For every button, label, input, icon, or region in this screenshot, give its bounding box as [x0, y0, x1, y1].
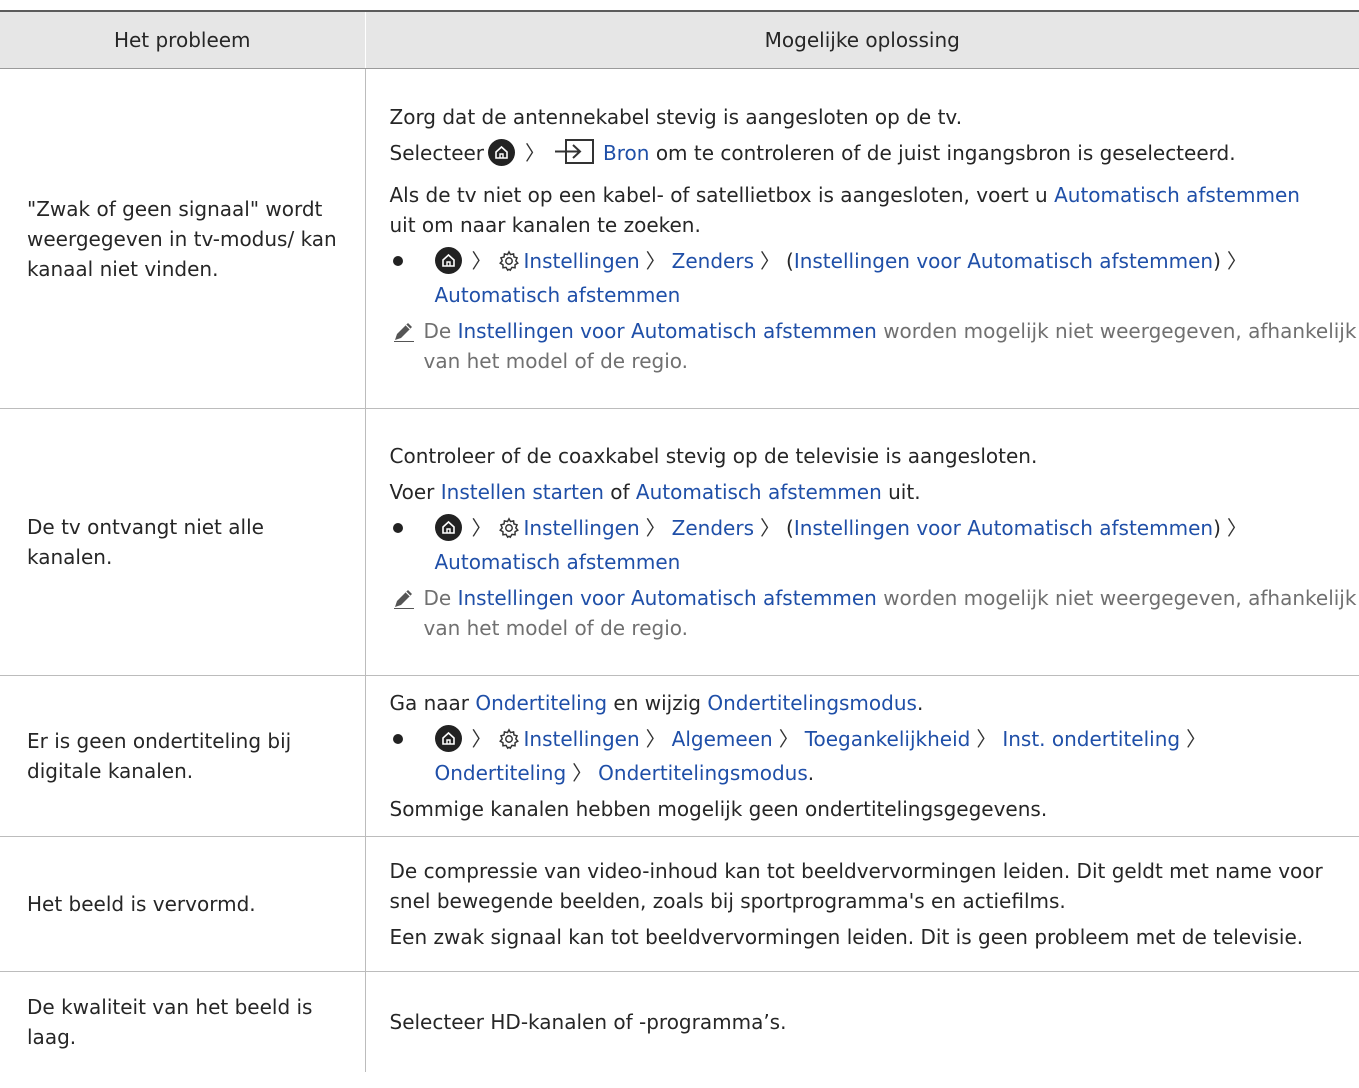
gear-icon — [498, 517, 520, 547]
menu-auto-tune[interactable]: Automatisch afstemmen — [435, 283, 681, 307]
menu-subtitle-mode[interactable]: Ondertitelingsmodus — [598, 761, 808, 785]
header-solution: Mogelijke oplossing — [365, 10, 1359, 69]
solution-text: . — [916, 691, 924, 715]
link-auto-tune-settings[interactable]: Instellingen voor Automatisch afstemmen — [458, 586, 877, 610]
link-auto-tune-settings[interactable]: Instellingen voor Automatisch afstemmen — [458, 319, 877, 343]
chevron-right-icon: 〉 — [645, 516, 666, 540]
source-icon — [553, 138, 595, 174]
home-icon — [434, 725, 462, 752]
home-icon — [434, 514, 462, 541]
gear-icon — [498, 728, 520, 758]
solution-text: of — [610, 480, 630, 504]
menu-general[interactable]: Algemeen — [672, 727, 773, 751]
problem-cell: De tv ontvangt niet alle kanalen. — [0, 408, 366, 676]
solution-line: De compressie van video-inhoud kan tot b… — [389, 859, 1323, 913]
chevron-right-icon: 〉 — [1226, 516, 1247, 540]
chevron-right-icon: 〉 — [778, 727, 799, 751]
table-row: Er is geen ondertiteling bij digitale ka… — [0, 675, 1359, 837]
link-initial-setup[interactable]: Instellen starten — [441, 480, 604, 504]
solution-cell: De compressie van video-inhoud kan tot b… — [365, 836, 1359, 972]
link-auto-tune[interactable]: Automatisch afstemmen — [1054, 183, 1300, 207]
home-icon — [488, 138, 516, 166]
solution-text: Selecteer — [389, 140, 485, 165]
home-icon — [434, 246, 462, 274]
header-problem: Het probleem — [0, 10, 366, 69]
solution-line: Controleer of de coaxkabel stevig op de … — [389, 444, 1038, 468]
link-source[interactable]: Bron — [603, 141, 649, 165]
troubleshooting-table: Het probleem Mogelijke oplossing "Zwak o… — [0, 10, 1359, 1072]
table-row: De tv ontvangt niet alle kanalen. Contro… — [0, 408, 1359, 676]
table-row: De kwaliteit van het beeld is laag. Sele… — [0, 971, 1359, 1072]
table-header-row: Het probleem Mogelijke oplossing — [0, 10, 1359, 69]
menu-subtitles[interactable]: Ondertiteling — [435, 761, 567, 785]
solution-text: Ga naar — [389, 691, 470, 715]
menu-settings[interactable]: Instellingen — [524, 249, 640, 273]
solution-text: en wijzig — [613, 691, 701, 715]
menu-settings[interactable]: Instellingen — [524, 727, 640, 751]
note-text: De — [423, 318, 452, 343]
problem-cell: Er is geen ondertiteling bij digitale ka… — [0, 675, 366, 837]
note: De Instellingen voor Automatisch afstemm… — [390, 583, 1359, 643]
menu-channels[interactable]: Zenders — [672, 516, 754, 540]
link-auto-tune[interactable]: Automatisch afstemmen — [636, 480, 882, 504]
solution-cell: Zorg dat de antennekabel stevig is aange… — [365, 68, 1359, 409]
chevron-right-icon: 〉 — [645, 727, 666, 751]
chevron-right-icon: 〉 — [1226, 248, 1247, 273]
bullet-icon — [392, 255, 403, 266]
menu-caption-settings[interactable]: Inst. ondertiteling — [1002, 727, 1180, 751]
chevron-right-icon: 〉 — [645, 248, 666, 273]
menu-path: 〉 Instellingen 〉 Algemeen 〉 Toegankelijkheid 〉… — [390, 724, 1359, 788]
link-subtitles[interactable]: Ondertiteling — [475, 691, 607, 715]
solution-cell: Selecteer HD-kanalen of -programma’s. — [365, 972, 1359, 1072]
problem-cell: De kwaliteit van het beeld is laag. — [0, 971, 366, 1072]
pencil-icon — [393, 322, 414, 342]
solution-line: Voer Instellen starten of Automatisch af… — [390, 477, 1359, 507]
chevron-right-icon: 〉 — [471, 248, 492, 273]
solution-text: Als de tv niet op een kabel- of satellie… — [389, 182, 1048, 207]
menu-auto-tune[interactable]: Automatisch afstemmen — [435, 550, 681, 574]
bullet-icon — [392, 523, 403, 533]
solution-line: Een zwak signaal kan tot beeldvervorming… — [389, 925, 1304, 949]
solution-line: Ga naar Ondertiteling en wijzig Ondertit… — [390, 688, 1359, 718]
chevron-right-icon: 〉 — [1186, 727, 1207, 751]
menu-path: 〉 Instellingen 〉 Zenders 〉 (Instellingen voor… — [390, 513, 1359, 577]
menu-accessibility[interactable]: Toegankelijkheid — [805, 727, 971, 751]
solution-cell: Controleer of de coaxkabel stevig op de … — [365, 408, 1359, 676]
table-row: "Zwak of geen signaal" wordt weergegeven… — [0, 68, 1359, 409]
solution-text: . — [807, 761, 815, 785]
menu-settings[interactable]: Instellingen — [524, 516, 640, 540]
bullet-icon — [392, 734, 403, 744]
link-subtitle-mode[interactable]: Ondertitelingsmodus — [707, 691, 917, 715]
menu-auto-tune-settings[interactable]: Instellingen voor Automatisch afstemmen — [794, 249, 1213, 273]
solution-text: Voer — [389, 480, 435, 504]
solution-line: Zorg dat de antennekabel stevig is aange… — [389, 104, 963, 129]
solution-cell: Ga naar Ondertiteling en wijzig Ondertit… — [365, 675, 1359, 837]
solution-line: Sommige kanalen hebben mogelijk geen ond… — [389, 797, 1048, 821]
problem-cell: "Zwak of geen signaal" wordt weergegeven… — [0, 68, 366, 409]
solution-line: Als de tv niet op een kabel- of satellie… — [390, 180, 1359, 240]
chevron-right-icon: 〉 — [976, 727, 997, 751]
solution-line: Selecteer HD-kanalen of -programma’s. — [389, 1009, 787, 1034]
solution-text: om te controleren of de juist ingangsbro… — [655, 140, 1236, 165]
solution-text: uit. — [888, 480, 921, 504]
solution-line: Selecteer 〉 Bron om te controleren of de j… — [390, 138, 1359, 174]
pencil-icon — [393, 590, 414, 609]
chevron-right-icon: 〉 — [471, 516, 492, 540]
chevron-right-icon: 〉 — [572, 761, 593, 785]
gear-icon — [498, 249, 520, 280]
note: De Instellingen voor Automatisch afstemm… — [390, 316, 1359, 376]
chevron-right-icon: 〉 — [525, 140, 546, 165]
chevron-right-icon: 〉 — [760, 516, 780, 540]
menu-auto-tune-settings[interactable]: Instellingen voor Automatisch afstemmen — [794, 516, 1213, 540]
chevron-right-icon: 〉 — [471, 727, 492, 751]
note-text: De — [423, 586, 452, 610]
menu-path: 〉 Instellingen 〉 Zenders 〉 (Instellingen voor… — [390, 246, 1359, 310]
problem-cell: Het beeld is vervormd. — [0, 836, 366, 972]
table-row: Het beeld is vervormd. De compressie van… — [0, 836, 1359, 972]
menu-channels[interactable]: Zenders — [672, 249, 754, 273]
chevron-right-icon: 〉 — [760, 248, 780, 273]
solution-text: uit om naar kanalen te zoeken. — [389, 212, 701, 237]
